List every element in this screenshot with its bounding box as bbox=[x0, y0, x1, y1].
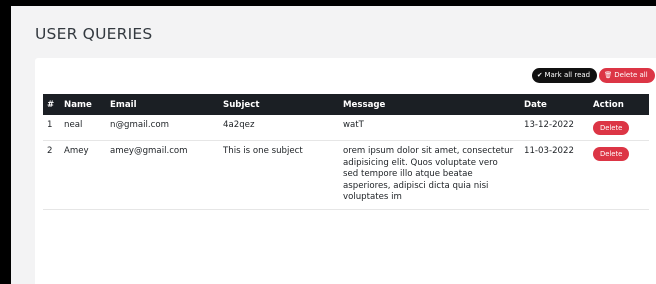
row-action: Delete bbox=[593, 115, 649, 141]
row-email: amey@gmail.com bbox=[110, 140, 223, 210]
table-row: 1 neal n@gmail.com 4a2qez watT 13-12-202… bbox=[43, 115, 649, 141]
table-header-row: # Name Email Subject Message Date Action bbox=[43, 94, 649, 115]
delete-all-button[interactable]: 🗑 Delete all bbox=[599, 68, 655, 83]
row-subject: 4a2qez bbox=[223, 115, 343, 141]
row-name: Amey bbox=[64, 140, 110, 210]
row-date: 11-03-2022 bbox=[524, 140, 593, 210]
delete-button[interactable]: Delete bbox=[593, 147, 630, 161]
row-email: n@gmail.com bbox=[110, 115, 223, 141]
col-header-name: Name bbox=[64, 99, 92, 110]
trash-icon: 🗑 bbox=[604, 71, 613, 79]
app-frame: USER QUERIES ✔ Mark all read 🗑 Delete all … bbox=[11, 6, 656, 284]
mark-all-read-button[interactable]: ✔ Mark all read bbox=[532, 68, 597, 83]
check-double-icon: ✔ bbox=[537, 71, 543, 79]
row-date: 13-12-2022 bbox=[524, 115, 593, 141]
col-header-subject: Subject bbox=[223, 99, 260, 110]
row-message: watT bbox=[343, 115, 524, 141]
col-header-message: Message bbox=[343, 99, 386, 110]
row-index: 1 bbox=[43, 115, 64, 141]
table-row: 2 Amey amey@gmail.com This is one subjec… bbox=[43, 140, 649, 210]
page-title: USER QUERIES bbox=[35, 25, 153, 43]
row-index: 2 bbox=[43, 140, 64, 210]
queries-card: ✔ Mark all read 🗑 Delete all # Name Email bbox=[35, 58, 656, 284]
col-header-action: Action bbox=[593, 99, 624, 110]
row-message: orem ipsum dolor sit amet, consectetur a… bbox=[343, 140, 524, 210]
mark-all-read-label: Mark all read bbox=[544, 71, 591, 79]
col-header-email: Email bbox=[110, 99, 137, 110]
col-header-index: # bbox=[47, 99, 55, 110]
row-name: neal bbox=[64, 115, 110, 141]
row-action: Delete bbox=[593, 140, 649, 210]
delete-all-label: Delete all bbox=[614, 71, 648, 79]
queries-table: # Name Email Subject Message Date Action… bbox=[43, 94, 649, 210]
col-header-date: Date bbox=[524, 99, 547, 110]
row-subject: This is one subject bbox=[223, 140, 343, 210]
delete-button[interactable]: Delete bbox=[593, 121, 630, 135]
